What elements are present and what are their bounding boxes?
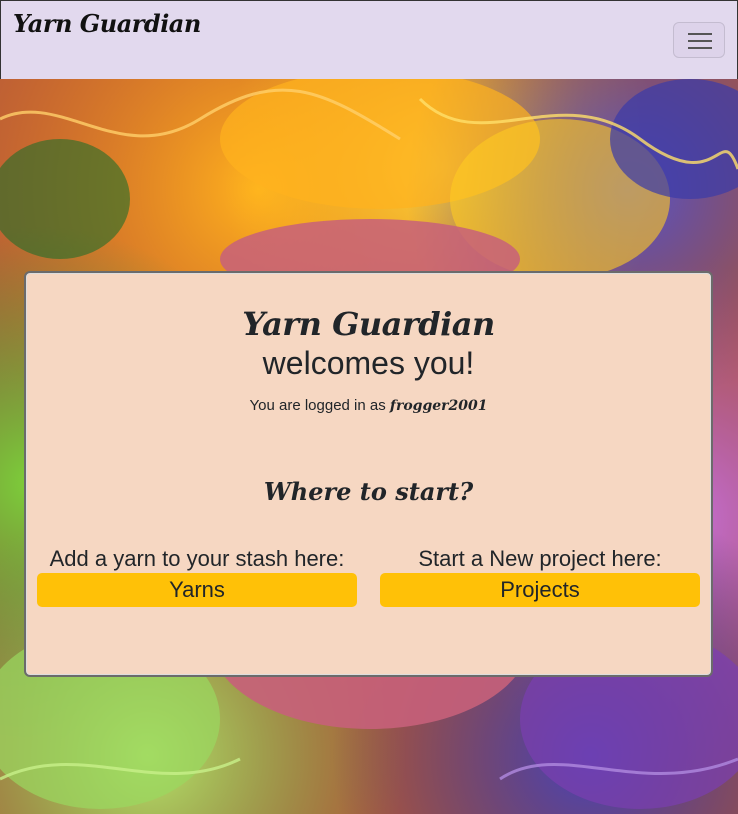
card-title-script: Yarn Guardian — [242, 305, 495, 343]
projects-button[interactable]: Projects — [380, 573, 700, 607]
navbar-brand[interactable]: Yarn Guardian — [13, 9, 201, 38]
navbar-toggle-button[interactable] — [673, 22, 725, 58]
welcome-card: Yarn Guardian welcomes you! You are logg… — [24, 271, 713, 677]
yarn-column: Add a yarn to your stash here: Yarns — [37, 545, 357, 607]
yarns-button[interactable]: Yarns — [37, 573, 357, 607]
username: frogger2001 — [389, 398, 488, 414]
yarn-prompt: Add a yarn to your stash here: — [49, 546, 345, 571]
project-prompt: Start a New project here: — [418, 546, 662, 571]
logged-in-status: You are logged in as frogger2001 — [26, 397, 711, 414]
navbar: Yarn Guardian — [0, 0, 738, 79]
project-column: Start a New project here: Projects — [380, 545, 700, 607]
where-to-start-heading: Where to start? — [263, 477, 474, 506]
card-title-welcome: welcomes you! — [262, 345, 475, 381]
logged-in-prefix: You are logged in as — [249, 397, 386, 414]
